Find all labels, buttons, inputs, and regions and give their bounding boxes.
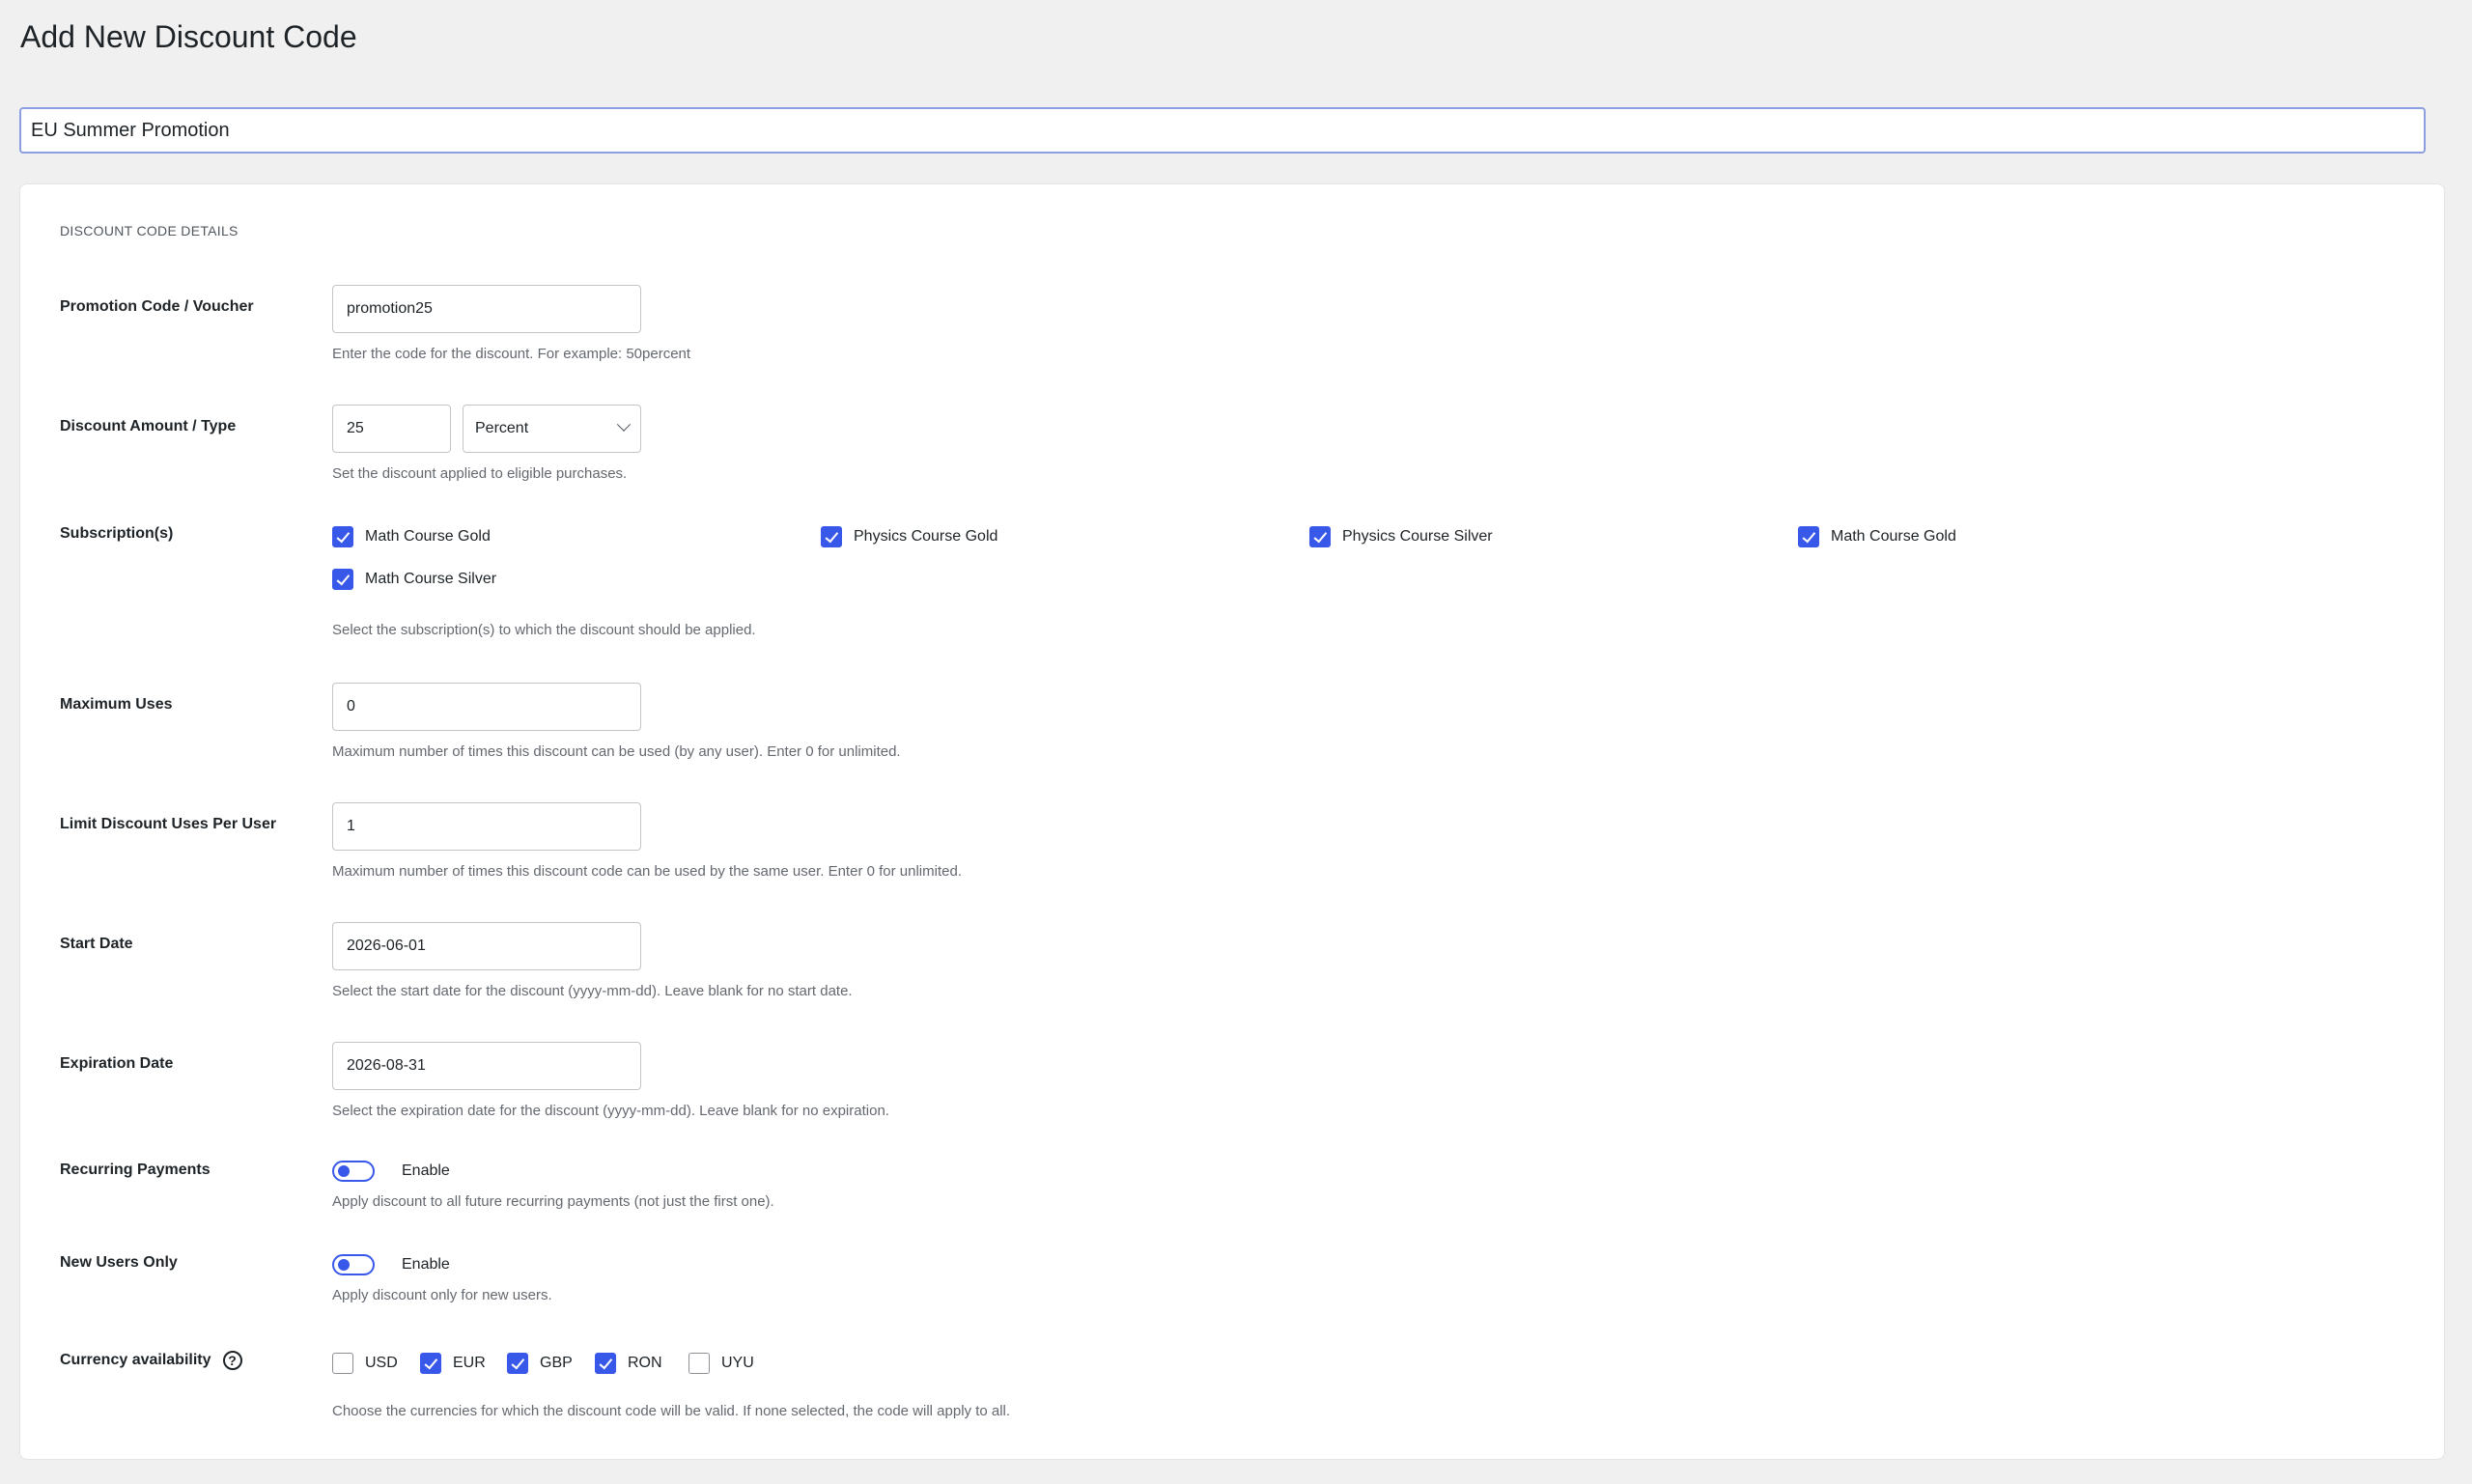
currency-code: UYU	[721, 1355, 754, 1371]
subscription-label: Math Course Gold	[365, 528, 491, 545]
amount-label: Discount Amount / Type	[60, 418, 237, 434]
max-uses-label: Maximum Uses	[60, 696, 173, 713]
expiration-date-label: Expiration Date	[60, 1055, 174, 1072]
checkbox-checked-icon[interactable]	[595, 1353, 616, 1374]
max-uses-description: Maximum number of times this discount ca…	[332, 743, 901, 760]
code-label: Promotion Code / Voucher	[60, 298, 254, 315]
new-users-label: New Users Only	[60, 1254, 178, 1271]
chevron-down-icon	[616, 417, 632, 432]
discount-type-select[interactable]: Percent	[463, 405, 641, 453]
discount-amount-input[interactable]	[332, 405, 451, 453]
max-uses-input[interactable]	[332, 683, 641, 731]
currency-code: RON	[628, 1355, 662, 1371]
recurring-label: Recurring Payments	[60, 1162, 211, 1178]
page-title: Add New Discount Code	[20, 19, 357, 54]
new-users-description: Apply discount only for new users.	[332, 1287, 552, 1303]
recurring-toggle[interactable]	[332, 1161, 375, 1182]
help-icon[interactable]: ?	[222, 1351, 242, 1370]
per-user-limit-input[interactable]	[332, 802, 641, 851]
subscription-label: Physics Course Silver	[1342, 528, 1493, 545]
promotion-code-input[interactable]	[332, 285, 641, 333]
currency-description: Choose the currencies for which the disc…	[332, 1403, 1011, 1419]
currency-label: Currency availability?	[60, 1351, 242, 1370]
start-date-label: Start Date	[60, 936, 133, 952]
currency-code: EUR	[453, 1355, 486, 1371]
discount-name-input[interactable]	[19, 107, 2426, 154]
code-description: Enter the code for the discount. For exa…	[332, 346, 691, 362]
discount-type-value: Percent	[475, 420, 529, 436]
currency-checkbox[interactable]: RON	[595, 1353, 662, 1374]
per-user-label: Limit Discount Uses Per User	[60, 816, 277, 832]
subscription-checkbox[interactable]: Physics Course Gold	[821, 526, 997, 547]
subscription-checkbox[interactable]: Physics Course Silver	[1309, 526, 1493, 547]
subscription-checkbox[interactable]: Math Course Gold	[332, 526, 491, 547]
recurring-description: Apply discount to all future recurring p…	[332, 1193, 774, 1210]
checkbox-checked-icon[interactable]	[1309, 526, 1331, 547]
start-date-description: Select the start date for the discount (…	[332, 983, 853, 999]
subscription-label: Math Course Silver	[365, 571, 497, 587]
recurring-toggle-label: Enable	[402, 1162, 450, 1179]
checkbox-unchecked-icon[interactable]	[332, 1353, 353, 1374]
subscription-label: Physics Course Gold	[854, 528, 998, 545]
new-users-toggle-label: Enable	[402, 1256, 450, 1273]
expiration-date-input[interactable]	[332, 1042, 641, 1090]
checkbox-checked-icon[interactable]	[821, 526, 842, 547]
currency-checkbox[interactable]: USD	[332, 1353, 398, 1374]
subscriptions-label: Subscription(s)	[60, 525, 174, 542]
currency-label-text: Currency availability	[60, 1352, 211, 1369]
new-users-toggle-row: Enable	[332, 1254, 450, 1275]
section-title: DISCOUNT CODE DETAILS	[60, 223, 239, 238]
subscription-checkbox[interactable]: Math Course Silver	[332, 569, 496, 590]
currency-code: GBP	[540, 1355, 573, 1371]
subscriptions-description: Select the subscription(s) to which the …	[332, 622, 756, 638]
subscription-checkbox[interactable]: Math Course Gold	[1798, 526, 1956, 547]
checkbox-checked-icon[interactable]	[420, 1353, 441, 1374]
per-user-description: Maximum number of times this discount co…	[332, 863, 962, 880]
checkbox-checked-icon[interactable]	[1798, 526, 1819, 547]
currency-checkbox[interactable]: UYU	[688, 1353, 754, 1374]
currency-code: USD	[365, 1355, 398, 1371]
start-date-input[interactable]	[332, 922, 641, 970]
checkbox-checked-icon[interactable]	[332, 569, 353, 590]
subscription-label: Math Course Gold	[1831, 528, 1956, 545]
amount-description: Set the discount applied to eligible pur…	[332, 465, 628, 482]
discount-details-card: DISCOUNT CODE DETAILS Promotion Code / V…	[19, 183, 2445, 1460]
recurring-toggle-row: Enable	[332, 1161, 450, 1182]
new-users-toggle[interactable]	[332, 1254, 375, 1275]
checkbox-unchecked-icon[interactable]	[688, 1353, 710, 1374]
checkbox-checked-icon[interactable]	[507, 1353, 528, 1374]
currency-checkbox[interactable]: EUR	[420, 1353, 486, 1374]
expiration-date-description: Select the expiration date for the disco…	[332, 1103, 889, 1119]
currency-checkbox[interactable]: GBP	[507, 1353, 573, 1374]
checkbox-checked-icon[interactable]	[332, 526, 353, 547]
